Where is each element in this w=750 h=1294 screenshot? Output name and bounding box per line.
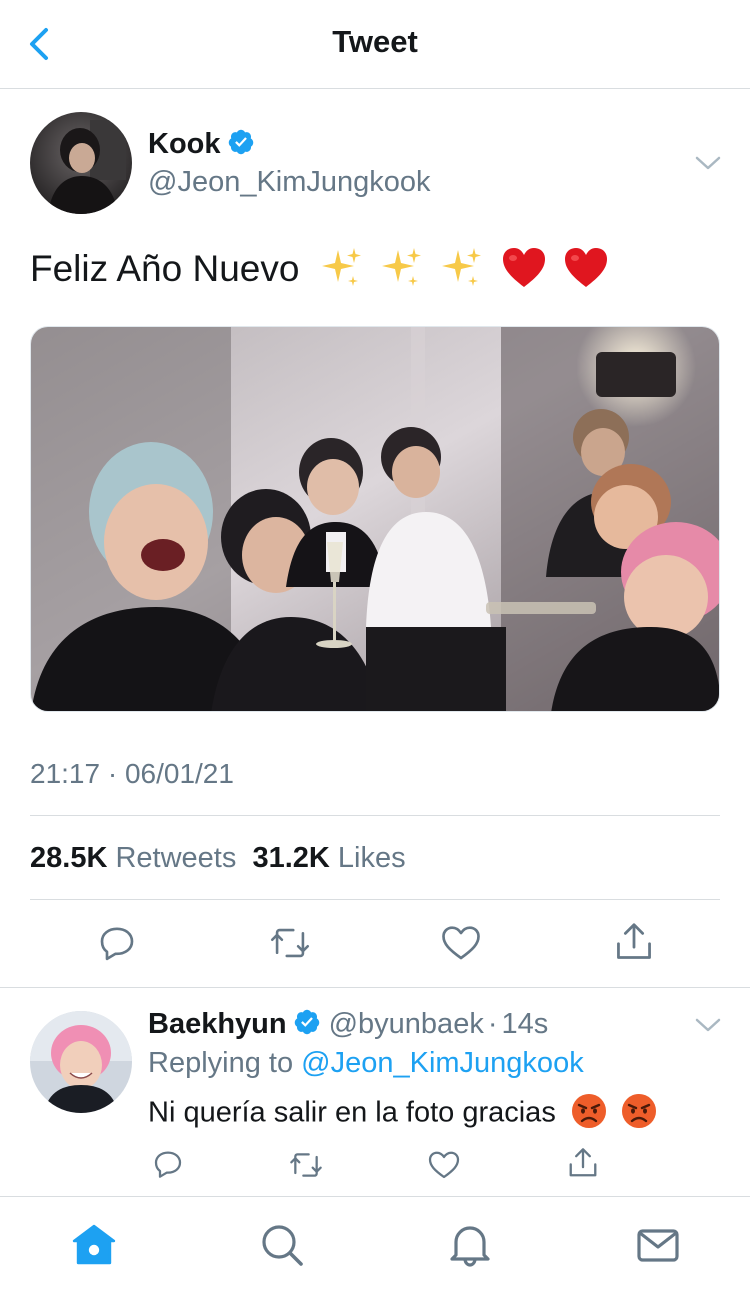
red-heart-icon [502,247,545,287]
divider [0,987,750,988]
author-name-text: Kook [148,128,221,160]
home-icon[interactable] [70,1221,118,1269]
author-name[interactable]: Kook [148,128,255,161]
likes-stat[interactable]: 31.2K Likes [252,842,405,874]
retweets-stat[interactable]: 28.5K Retweets [30,842,236,874]
retweet-icon[interactable] [288,1149,324,1181]
notifications-icon[interactable] [446,1221,494,1269]
reply-author-name[interactable]: Baekhyun [148,1008,287,1040]
reply-text-content: Ni quería salir en la foto gracias [148,1096,556,1129]
sparkles-icon [321,247,361,286]
like-icon[interactable] [441,924,481,962]
reply-author-avatar[interactable] [30,1011,132,1113]
likes-count: 31.2K [252,842,330,874]
retweet-icon[interactable] [269,923,311,963]
divider [30,815,720,816]
red-heart-icon [564,247,607,287]
retweets-label: Retweets [115,842,237,874]
angry-face-icon [571,1094,606,1128]
reply-icon[interactable] [152,1148,184,1180]
tweet-photo[interactable] [30,326,720,712]
like-icon[interactable] [428,1150,460,1180]
divider [30,899,720,900]
verified-badge-icon [294,1010,319,1035]
sparkles-icon [442,247,482,286]
share-icon[interactable] [568,1146,598,1180]
reply-author-handle[interactable]: @byunbaek [329,1008,484,1040]
author-handle[interactable]: @Jeon_KimJungkook [148,166,431,199]
reply-icon[interactable] [97,923,137,963]
chevron-down-icon[interactable] [695,1017,721,1033]
reply-time: 14s [501,1008,549,1040]
verified-badge-icon [228,130,253,155]
tweet-emojis [320,245,615,290]
reply-text: Ni quería salir en la foto gracias [148,1094,658,1133]
tweet-timestamp: 21:17 · 06/01/21 [30,758,234,789]
page-title: Tweet [332,24,418,59]
chevron-down-icon[interactable] [695,155,721,171]
angry-face-icon [621,1094,656,1128]
replying-prefix: Replying to [148,1047,294,1079]
tab-bar [0,1196,750,1294]
tweet-stats: 28.5K Retweets 31.2K Likes [30,842,406,875]
messages-icon[interactable] [634,1221,682,1269]
search-icon[interactable] [258,1221,306,1269]
author-avatar[interactable] [30,112,132,214]
reply-author-line: Baekhyun @byunbaek · 14s [148,1008,548,1041]
replying-to: Replying to @Jeon_KimJungkook [148,1047,584,1080]
likes-label: Likes [337,842,406,874]
sparkles-icon [382,247,421,286]
header: Tweet [0,0,750,89]
tweet-text: Feliz Año Nuevo [30,245,615,294]
reply-separator: · [487,1008,498,1040]
retweets-count: 28.5K [30,842,108,874]
replying-to-link[interactable]: @Jeon_KimJungkook [301,1047,584,1079]
share-icon[interactable] [615,921,653,963]
tweet-text-content: Feliz Año Nuevo [30,248,300,289]
